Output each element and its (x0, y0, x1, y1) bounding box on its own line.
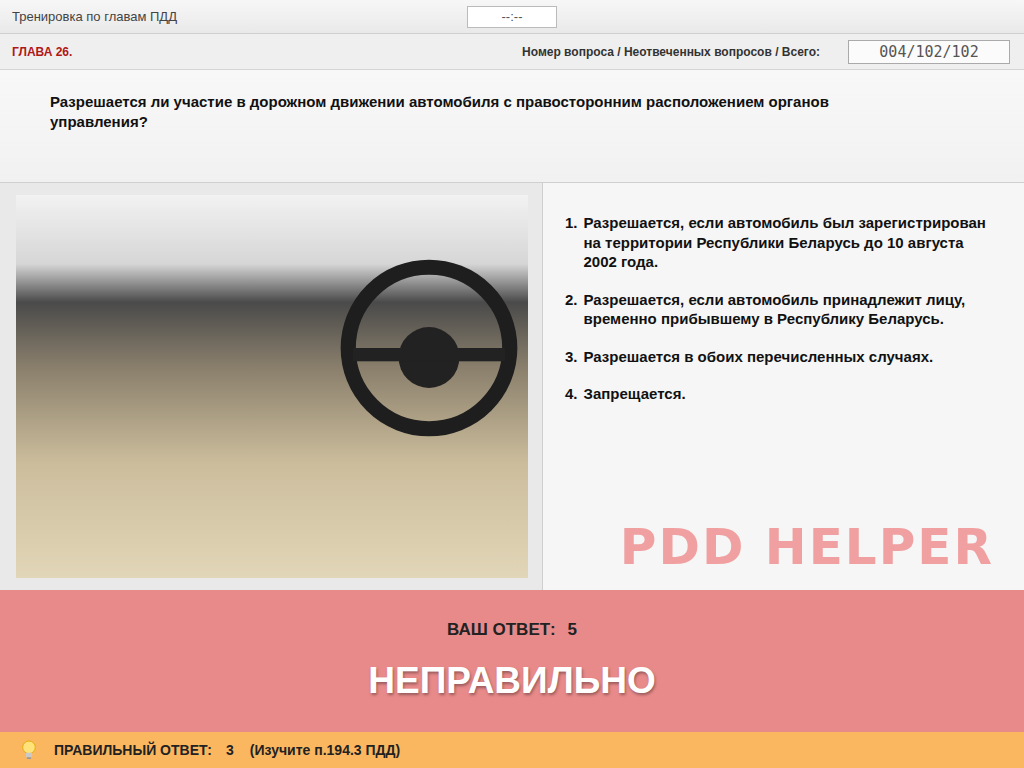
lightbulb-icon (20, 739, 38, 761)
question-counter: Номер вопроса / Неотвеченных вопросов / … (522, 40, 1010, 64)
answer-option[interactable]: 2. Разрешается, если автомобиль принадле… (565, 290, 994, 329)
steering-wheel-icon (334, 253, 524, 443)
verdict: НЕПРАВИЛЬНО (368, 660, 656, 702)
answers-panel: 1. Разрешается, если автомобиль был заре… (543, 183, 1024, 590)
info-bar: ГЛАВА 26. Номер вопроса / Неотвеченных в… (0, 34, 1024, 70)
correct-answer: 3 (226, 742, 234, 758)
car-interior-photo (16, 195, 528, 578)
hint-bar: ПРАВИЛЬНЫЙ ОТВЕТ: 3 (Изучите п.194.3 ПДД… (0, 732, 1024, 768)
answer-option[interactable]: 4. Запрещается. (565, 384, 994, 404)
correct-answer-label: ПРАВИЛЬНЫЙ ОТВЕТ: (54, 742, 212, 758)
watermark: PDD HELPER (620, 518, 994, 576)
result-panel: ВАШ ОТВЕТ: 5 НЕПРАВИЛЬНО (0, 590, 1024, 732)
answer-option[interactable]: 1. Разрешается, если автомобиль был заре… (565, 213, 994, 272)
timer: --:-- (467, 6, 557, 28)
content-area: 1. Разрешается, если автомобиль был заре… (0, 183, 1024, 590)
top-bar: Тренировка по главам ПДД --:-- (0, 0, 1024, 34)
question-area: Разрешается ли участие в дорожном движен… (0, 70, 1024, 183)
image-panel (0, 183, 543, 590)
chapter-label: ГЛАВА 26. (12, 45, 72, 59)
rule-reference: (Изучите п.194.3 ПДД) (250, 742, 400, 758)
counter-value: 004/102/102 (848, 40, 1010, 64)
answer-option[interactable]: 3. Разрешается в обоих перечисленных слу… (565, 347, 994, 367)
quiz-screen: Тренировка по главам ПДД --:-- ГЛАВА 26.… (0, 0, 1024, 768)
your-answer: ВАШ ОТВЕТ: 5 (447, 620, 577, 640)
counter-label: Номер вопроса / Неотвеченных вопросов / … (522, 45, 820, 59)
mode-title: Тренировка по главам ПДД (0, 9, 467, 24)
question-text: Разрешается ли участие в дорожном движен… (50, 92, 894, 132)
